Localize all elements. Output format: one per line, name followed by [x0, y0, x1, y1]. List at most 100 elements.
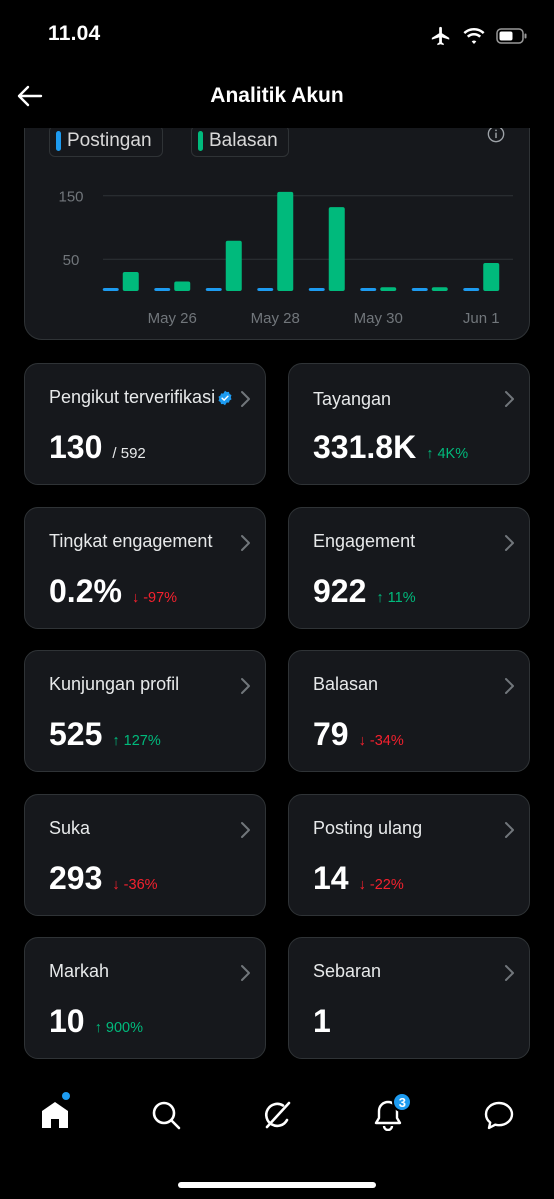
tile-value: 0.2%: [49, 573, 122, 609]
tab-messages[interactable]: [443, 1080, 554, 1150]
grok-icon: [264, 1101, 291, 1129]
x-tick-label: Jun 1: [463, 310, 500, 327]
tile-value: 130: [49, 429, 103, 465]
tile-value-row: 331.8K ↑ 4K%: [313, 429, 468, 466]
airplane-icon: [431, 26, 450, 46]
status-icons: [430, 24, 528, 48]
chevron-right-icon: [505, 535, 514, 551]
delta-value: 127%: [123, 733, 161, 749]
tile-value-row: 1: [313, 1003, 331, 1040]
tab-grok[interactable]: [222, 1080, 333, 1150]
delta-down: ↓ -22%: [358, 877, 404, 893]
delta-up: ↑ 900%: [94, 1020, 143, 1036]
home-icon: [42, 1102, 69, 1128]
delta-up: ↑ 4K%: [426, 446, 469, 462]
chevron-right-icon: [505, 678, 514, 694]
y-tick-label: 150: [58, 189, 83, 206]
bar-postingan: [102, 288, 119, 291]
bar-balasan: [174, 281, 191, 291]
x-tick-label: May 28: [251, 310, 300, 327]
bar-balasan: [225, 240, 242, 291]
tile-engagement-rate[interactable]: Tingkat engagement 0.2% ↓ -97%: [24, 507, 266, 629]
bar-postingan: [360, 288, 377, 291]
chevron-right-icon: [241, 391, 250, 407]
tile-bookmarks[interactable]: Markah 10 ↑ 900%: [24, 937, 266, 1059]
delta-value: -22%: [369, 877, 404, 893]
notification-dot: [62, 1092, 70, 1100]
search-icon: [152, 1101, 181, 1130]
verified-badge-icon: [218, 390, 232, 406]
tile-value-row: 293 ↓ -36%: [49, 860, 158, 897]
x-tick-label: May 26: [148, 310, 197, 327]
chevron-right-icon: [241, 965, 250, 981]
chevron-right-icon: [505, 391, 514, 407]
tile-engagement[interactable]: Engagement 922 ↑ 11%: [288, 507, 530, 629]
tile-verified-followers[interactable]: Pengikut terverifikasi 130 / 592: [24, 363, 266, 485]
tile-value: 293: [49, 860, 103, 896]
tile-reposts[interactable]: Posting ulang 14 ↓ -22%: [288, 794, 530, 916]
bar-balasan: [380, 287, 397, 291]
tab-notifications[interactable]: 3: [332, 1080, 443, 1150]
bar-postingan: [205, 288, 222, 291]
chart-card: Postingan Balasan 150 50 May 26 May 28 May 3…: [24, 96, 530, 340]
tile-value: 14: [313, 860, 349, 896]
y-tick-label: 50: [63, 252, 80, 269]
tab-home[interactable]: [0, 1080, 111, 1150]
tile-value-row: 14 ↓ -22%: [313, 860, 404, 897]
tile-likes[interactable]: Suka 293 ↓ -36%: [24, 794, 266, 916]
tile-sub-value: / 592: [112, 445, 146, 462]
bottom-tab-bar: 3: [0, 1080, 554, 1150]
chevron-right-icon: [505, 965, 514, 981]
bar-postingan: [154, 288, 171, 291]
delta-up: ↑ 127%: [112, 733, 161, 749]
delta-value: 900%: [105, 1020, 143, 1036]
tile-value-row: 79 ↓ -34%: [313, 716, 404, 753]
tile-value: 79: [313, 716, 349, 752]
tile-value: 922: [313, 573, 367, 609]
tile-label: Tayangan: [313, 389, 392, 409]
message-icon: [484, 1101, 513, 1130]
bar-postingan: [463, 288, 480, 291]
tile-replies[interactable]: Balasan 79 ↓ -34%: [288, 650, 530, 772]
tile-value-row: 130 / 592: [49, 429, 146, 466]
delta-value: 11%: [387, 590, 416, 606]
bar-balasan: [483, 263, 500, 291]
tile-value: 10: [49, 1003, 85, 1039]
tile-impressions[interactable]: Tayangan 331.8K ↑ 4K%: [288, 363, 530, 485]
delta-value: 4K%: [437, 446, 469, 462]
bar-postingan: [411, 288, 428, 291]
battery-icon: [496, 28, 527, 44]
delta-down: ↓ -36%: [112, 877, 158, 893]
tile-value-row: 525 ↑ 127%: [49, 716, 161, 753]
chevron-right-icon: [241, 535, 250, 551]
notification-count-badge: 3: [392, 1092, 413, 1112]
tile-label: Tingkat engagement: [49, 531, 213, 551]
tile-label: Engagement: [313, 531, 416, 551]
home-indicator: [178, 1182, 376, 1188]
tile-value: 1: [313, 1003, 331, 1039]
tile-label: Suka: [49, 818, 91, 838]
status-bar: 11.04: [0, 0, 554, 70]
tile-label: Posting ulang: [313, 818, 423, 838]
tile-value-row: 10 ↑ 900%: [49, 1003, 143, 1040]
delta-value: -34%: [369, 733, 404, 749]
status-time: 11.04: [48, 22, 101, 45]
tile-profile-visits[interactable]: Kunjungan profil 525 ↑ 127%: [24, 650, 266, 772]
tile-label: Markah: [49, 961, 110, 981]
bar-balasan: [122, 271, 139, 291]
tile-value: 331.8K: [313, 429, 417, 465]
tile-shares[interactable]: Sebaran 1: [288, 937, 530, 1059]
tile-label: Kunjungan profil: [49, 674, 180, 694]
bar-balasan: [431, 287, 448, 291]
wifi-icon: [463, 28, 485, 44]
activity-chart: 150 50 May 26 May 28 May 30 Jun 1: [58, 189, 513, 327]
tile-value-row: 0.2% ↓ -97%: [49, 573, 177, 610]
bar-balasan: [277, 191, 294, 291]
bar-postingan: [308, 288, 325, 291]
header: Analitik Akun: [0, 70, 554, 128]
delta-down: ↓ -34%: [358, 733, 404, 749]
delta-value: -97%: [143, 590, 178, 606]
bar-balasan: [328, 207, 345, 291]
tile-label: Balasan: [313, 674, 379, 694]
tab-search[interactable]: [111, 1080, 222, 1150]
